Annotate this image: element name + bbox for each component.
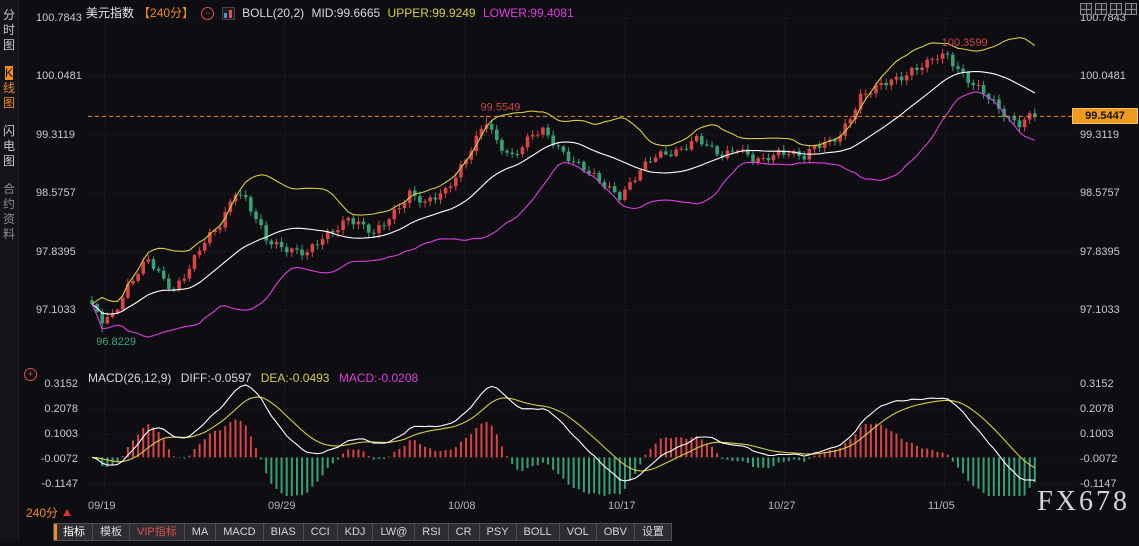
date-axis-label: 10/17 xyxy=(608,500,636,512)
date-axis-label: 11/05 xyxy=(928,500,955,512)
boll-indicator-label: BOLL(20,2) xyxy=(242,6,305,20)
symbol-name: 美元指数 xyxy=(86,6,135,20)
toolbar-btn-ma[interactable]: MA xyxy=(183,523,217,541)
date-axis: 09/19 09/29 10/08 10/17 10/27 11/05 xyxy=(0,500,1139,514)
period-label: 【240分】 xyxy=(138,6,195,20)
price-annotation: 100.3599 xyxy=(942,37,988,49)
toolbar-btn-kdj[interactable]: KDJ xyxy=(336,523,374,541)
boll-lower-value: LOWER:99.4081 xyxy=(482,6,574,20)
price-annotation: 96.8229 xyxy=(96,336,136,348)
toolbar-btn-vol[interactable]: VOL xyxy=(558,523,597,541)
layout-grid-icon-1[interactable] xyxy=(1080,3,1092,15)
sidebar-item-kline-chart[interactable]: K线图 xyxy=(2,66,17,111)
macd-histogram-layer xyxy=(96,419,1036,496)
boll-lower-line xyxy=(91,91,1036,338)
chart-svg: 99.5549 100.3599 96.8229 xyxy=(88,14,1076,496)
chart-layout-controls xyxy=(1080,3,1137,15)
candles-layer xyxy=(90,48,1037,333)
macd-indicator-label: MACD(26,12,9) xyxy=(88,371,172,385)
chart-type-sidebar: 分时图 K线图 闪电图 合约资料 xyxy=(0,0,19,541)
indicator-toolbar: 指标 模板 VIP指标 MA MACD BIAS CCI KDJ LW@ RSI CR PSY BOLL… xyxy=(53,523,672,541)
toolbar-btn-bias[interactable]: BIAS xyxy=(262,523,304,541)
date-axis-label: 09/19 xyxy=(88,500,116,512)
macd-macd-value: MACD:-0.0208 xyxy=(338,371,419,385)
macd-dea-value: DEA:-0.0493 xyxy=(260,371,330,385)
boll-mid-value: MID:99.6665 xyxy=(311,6,381,20)
price-annotation: 99.5549 xyxy=(481,102,521,114)
macd-header: MACD(26,12,9) DIFF:-0.0597 DEA:-0.0493 M… xyxy=(88,371,424,385)
toolbar-btn-obv[interactable]: OBV xyxy=(595,523,635,541)
toolbar-btn-template[interactable]: 模板 xyxy=(92,523,130,541)
toolbar-btn-vip-indicator[interactable]: VIP指标 xyxy=(129,523,185,541)
macd-diff-value: DIFF:-0.0597 xyxy=(180,371,252,385)
remove-boll-icon[interactable]: − xyxy=(201,7,215,21)
boll-upper-line xyxy=(91,37,1036,305)
sidebar-item-contract-info[interactable]: 合约资料 xyxy=(2,182,17,242)
date-axis-label: 10/08 xyxy=(448,500,476,512)
period-selector[interactable]: 240分 xyxy=(26,504,72,521)
toolbar-btn-boll[interactable]: BOLL xyxy=(515,523,560,541)
toolbar-btn-psy[interactable]: PSY xyxy=(478,523,517,541)
price-chart-header: 美元指数 【240分】 − BOLL(20,2) MID:99.6665 UPPE… xyxy=(86,4,578,21)
boll-mid-line xyxy=(91,71,1036,315)
layout-grid-icon-4[interactable] xyxy=(1125,3,1137,15)
layout-grid-icon-3[interactable] xyxy=(1110,3,1122,15)
toolbar-btn-rsi[interactable]: RSI xyxy=(414,523,449,541)
period-selector-label: 240分 xyxy=(26,506,59,520)
toolbar-btn-lwr[interactable]: LW@ xyxy=(372,523,416,541)
toolbar-btn-indicator[interactable]: 指标 xyxy=(53,523,93,541)
toolbar-btn-macd[interactable]: MACD xyxy=(215,523,264,541)
chart-canvas[interactable]: 99.5549 100.3599 96.8229 xyxy=(0,0,1139,541)
toolbar-btn-cci[interactable]: CCI xyxy=(302,523,338,541)
watermark: FX678 xyxy=(1037,486,1130,517)
period-up-arrow-icon xyxy=(63,509,72,516)
sidebar-item-lightning-chart[interactable]: 闪电图 xyxy=(2,124,17,169)
layout-grid-icon-2[interactable] xyxy=(1095,3,1107,15)
date-axis-label: 09/29 xyxy=(268,500,296,512)
boll-upper-value: UPPER:99.9249 xyxy=(387,6,476,20)
indicator-chart-icon xyxy=(221,7,235,21)
sidebar-item-time-chart[interactable]: 分时图 xyxy=(2,8,17,53)
toolbar-btn-settings[interactable]: 设置 xyxy=(633,523,672,541)
date-axis-label: 10/27 xyxy=(768,500,796,512)
current-price-badge: 99.5447 xyxy=(1072,108,1138,125)
toolbar-btn-cr[interactable]: CR xyxy=(447,523,480,541)
